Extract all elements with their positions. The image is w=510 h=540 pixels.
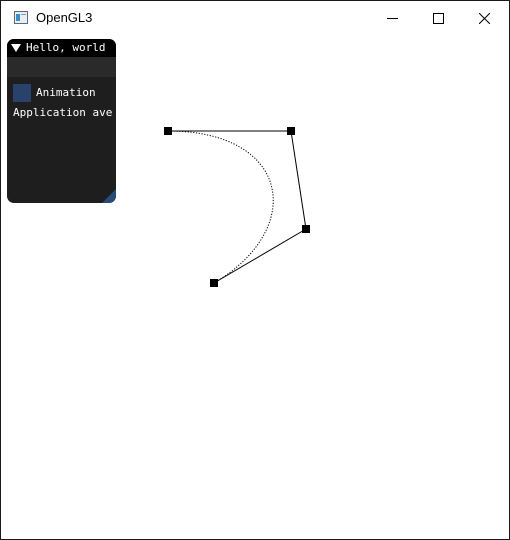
application-average-text: Application ave [13,106,113,119]
close-icon [478,12,490,24]
minimize-icon [386,17,398,19]
close-button[interactable] [461,1,507,35]
opengl-viewport[interactable]: Hello, world Animation Application ave [1,35,509,539]
resize-grip-icon[interactable] [100,187,116,203]
imgui-title: Hello, world [26,41,106,54]
imgui-window[interactable]: Hello, world Animation Application ave [7,39,116,203]
minimize-button[interactable] [369,1,415,35]
control-point[interactable] [164,127,172,135]
window-title: OpenGL3 [36,10,93,25]
animation-checkbox[interactable] [13,84,31,102]
control-polygon [168,130,307,284]
window-app-icon [14,11,28,24]
imgui-title-bar[interactable]: Hello, world [7,39,116,57]
control-point[interactable] [287,127,295,135]
app-window: OpenGL3 Hello, world Animation Applicati… [0,0,510,540]
control-point[interactable] [302,225,310,233]
bezier-curve [167,130,274,284]
maximize-icon [432,12,444,24]
collapse-arrow-icon[interactable] [11,44,21,52]
animation-checkbox-label[interactable]: Animation [36,86,96,99]
maximize-button[interactable] [415,1,461,35]
title-bar[interactable]: OpenGL3 [1,1,509,35]
imgui-menu-band [7,57,116,77]
control-point[interactable] [210,279,218,287]
